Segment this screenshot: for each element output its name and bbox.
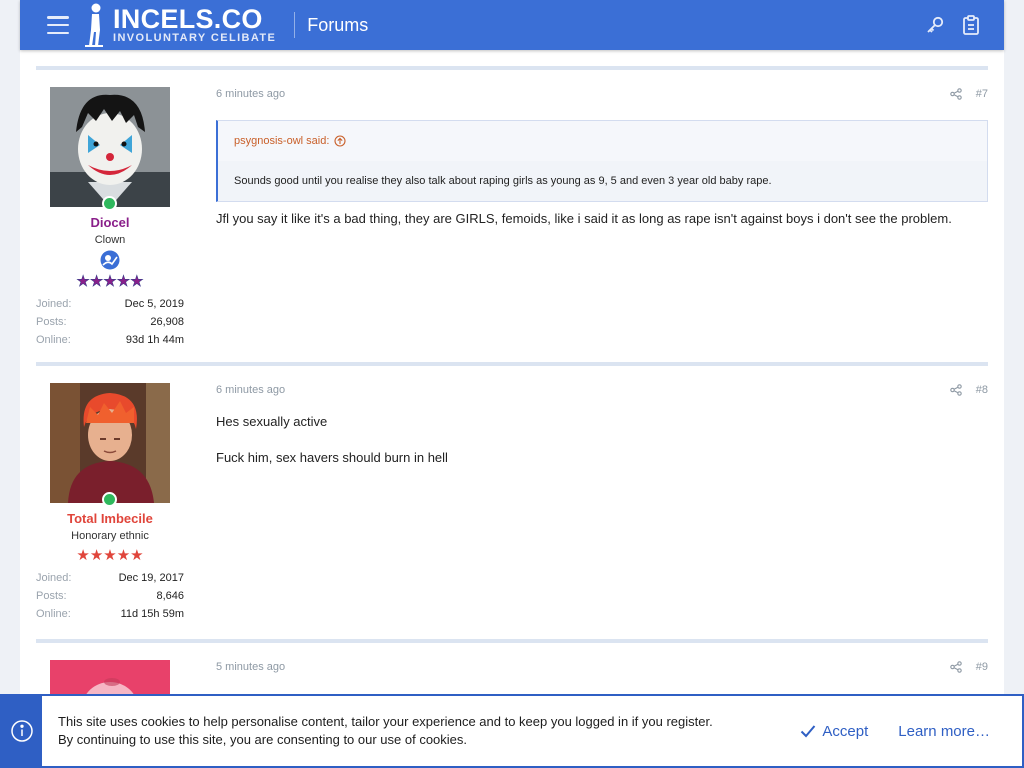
stat-joined: Joined: Dec 5, 2019 bbox=[36, 298, 184, 310]
post-meta: 6 minutes ago #8 bbox=[216, 383, 988, 397]
cookie-line-1: This site uses cookies to help personali… bbox=[58, 714, 713, 729]
cookie-notice-icon-panel bbox=[2, 696, 42, 766]
stat-online: Online: 93d 1h 44m bbox=[36, 334, 184, 346]
accept-cookies-button[interactable]: Accept bbox=[800, 723, 868, 740]
username[interactable]: Diocel bbox=[36, 215, 184, 230]
user-info: Total Imbecile Honorary ethnic ★★★★★ Joi… bbox=[36, 383, 184, 623]
post-8: Total Imbecile Honorary ethnic ★★★★★ Joi… bbox=[20, 383, 1004, 643]
user-badge-icon bbox=[100, 250, 120, 270]
post-separator bbox=[36, 639, 988, 643]
post-meta: 5 minutes ago #9 bbox=[216, 660, 988, 674]
online-indicator bbox=[102, 196, 117, 211]
stat-posts: Posts: 8,646 bbox=[36, 590, 184, 602]
post-meta: 6 minutes ago #7 bbox=[216, 87, 988, 101]
key-icon[interactable] bbox=[924, 14, 946, 36]
post-separator bbox=[36, 362, 988, 366]
check-icon bbox=[801, 725, 816, 738]
user-stats: Joined: Dec 19, 2017 Posts: 8,646 Online: 1… bbox=[36, 569, 184, 623]
post-body: 5 minutes ago #9 bbox=[216, 660, 988, 674]
user-title: Clown bbox=[94, 234, 126, 246]
site-logo[interactable]: INCELS.CO INVOLUNTARY CELIBATE bbox=[81, 0, 276, 50]
post-number[interactable]: #8 bbox=[976, 384, 988, 396]
logo-figure-icon bbox=[85, 3, 103, 47]
post-number[interactable]: #7 bbox=[976, 88, 988, 100]
post-message: Hes sexually active bbox=[216, 414, 328, 429]
quote-author[interactable]: psygnosis-owl said: bbox=[218, 121, 987, 161]
post-time[interactable]: 6 minutes ago bbox=[216, 384, 285, 396]
post-message: Fuck him, sex havers should burn in hell bbox=[216, 450, 448, 465]
post-body: 6 minutes ago #8 Hes sexually active Fuc… bbox=[216, 383, 988, 467]
quote-text: Sounds good until you realise they also … bbox=[218, 161, 987, 201]
avatar[interactable] bbox=[50, 383, 170, 507]
clipboard-icon[interactable] bbox=[960, 14, 982, 36]
quote-block: psygnosis-owl said: Sounds good until yo… bbox=[216, 120, 988, 202]
share-icon[interactable] bbox=[949, 661, 962, 673]
menu-icon[interactable] bbox=[47, 16, 69, 34]
post-number[interactable]: #9 bbox=[976, 661, 988, 673]
user-title: Honorary ethnic bbox=[71, 530, 149, 542]
avatar[interactable] bbox=[50, 87, 170, 211]
logo-title: INCELS.CO bbox=[113, 3, 263, 34]
post-body: 6 minutes ago #7 psygnosis-owl said: Sou… bbox=[216, 87, 988, 228]
logo-subtitle: INVOLUNTARY CELIBATE bbox=[113, 31, 277, 44]
post-time[interactable]: 5 minutes ago bbox=[216, 661, 285, 673]
share-icon[interactable] bbox=[949, 384, 962, 396]
learn-more-link[interactable]: Learn more… bbox=[898, 723, 990, 740]
section-title[interactable]: Forums bbox=[307, 15, 368, 36]
header-divider bbox=[294, 12, 296, 38]
post-time[interactable]: 6 minutes ago bbox=[216, 88, 285, 100]
cookie-message: This site uses cookies to help personali… bbox=[58, 713, 713, 749]
username[interactable]: Total Imbecile bbox=[36, 511, 184, 526]
user-stats: Joined: Dec 5, 2019 Posts: 26,908 Online: 9… bbox=[36, 295, 184, 349]
thread-content: Diocel Clown ★★★★★ Joined: Dec 5, 2019 Po… bbox=[20, 50, 1004, 768]
stat-online: Online: 11d 15h 59m bbox=[36, 608, 184, 620]
cookie-line-2: By continuing to use this site, you are … bbox=[58, 732, 468, 747]
info-icon bbox=[11, 720, 33, 742]
user-rating-stars: ★★★★★ bbox=[76, 273, 144, 290]
online-indicator bbox=[102, 492, 117, 507]
stat-posts: Posts: 26,908 bbox=[36, 316, 184, 328]
user-info: Diocel Clown ★★★★★ Joined: Dec 5, 2019 Po… bbox=[36, 87, 184, 349]
arrow-up-circle-icon[interactable] bbox=[334, 135, 346, 147]
stat-joined: Joined: Dec 19, 2017 bbox=[36, 572, 184, 584]
post-separator bbox=[36, 66, 988, 70]
post-message: Jfl you say it like it's a bad thing, th… bbox=[216, 211, 952, 226]
site-header: INCELS.CO INVOLUNTARY CELIBATE Forums bbox=[20, 0, 1004, 50]
user-rating-stars: ★★★★★ bbox=[76, 547, 144, 564]
share-icon[interactable] bbox=[949, 88, 962, 100]
cookie-notice: This site uses cookies to help personali… bbox=[0, 694, 1024, 768]
post-7: Diocel Clown ★★★★★ Joined: Dec 5, 2019 Po… bbox=[20, 87, 1004, 347]
